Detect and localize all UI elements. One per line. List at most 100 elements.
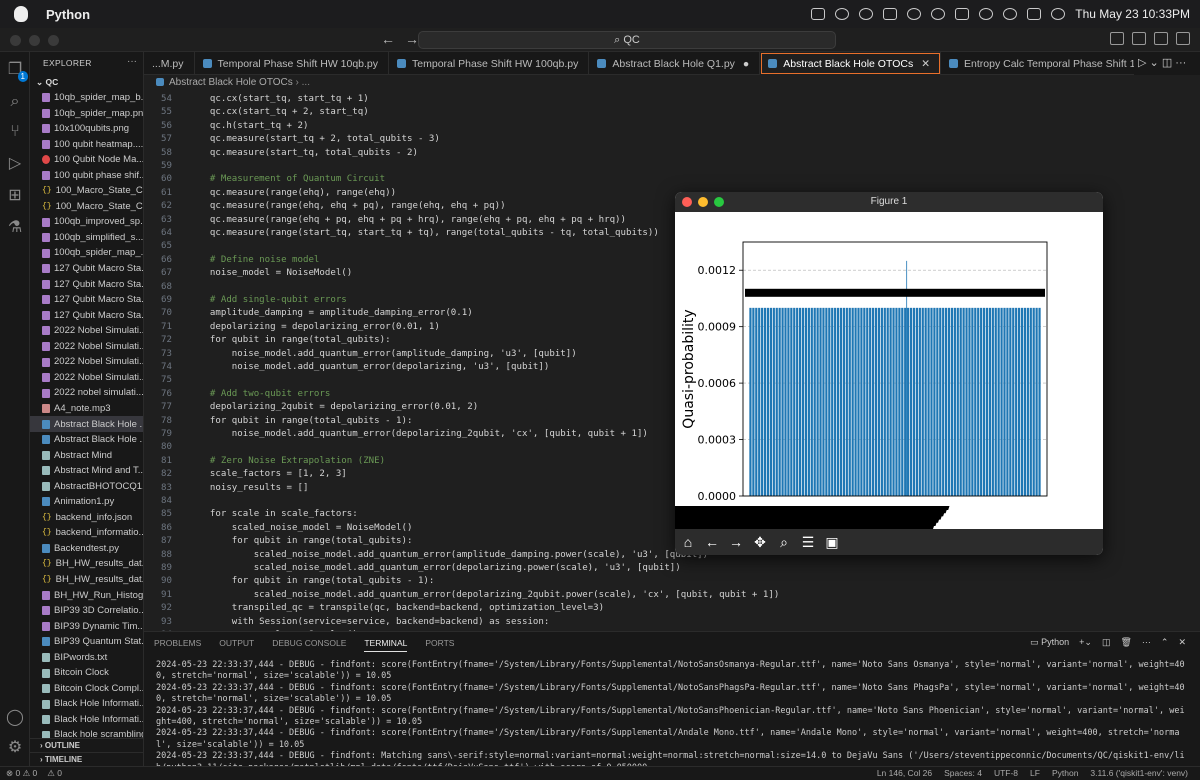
status-item[interactable]: 3.11.6 ('qiskit1-env': venv) [1090,767,1188,780]
file-item[interactable]: 100qb_spider_map_... [30,245,143,261]
file-item[interactable]: 10x100qubits.png [30,121,143,137]
split-terminal-icon[interactable]: ◫ [1102,637,1111,648]
settings-gear-icon[interactable]: ⚙ [5,738,25,758]
source-control-icon[interactable]: ⑂ [5,122,25,142]
workspace-root[interactable]: ⌄ QC [30,74,143,90]
editor-tab[interactable]: Temporal Phase Shift HW 10qb.py [195,52,390,75]
code-line[interactable]: 55 qc.cx(start_tq + 2, start_tq) [144,106,1200,119]
configure-subplots-icon[interactable]: ☰ [799,533,817,551]
file-item[interactable]: A4_note.mp3 [30,401,143,417]
figure-close-button[interactable] [682,197,692,207]
panel-tab[interactable]: TERMINAL [364,638,408,652]
file-item[interactable]: {} BH_HW_results_dat... [30,572,143,588]
file-item[interactable]: 2022 Nobel Simulati... [30,323,143,339]
minimize-window-button[interactable] [29,35,40,46]
file-item[interactable]: Animation1.py [30,494,143,510]
file-item[interactable]: 100qb_improved_sp... [30,214,143,230]
code-line[interactable]: 91 scaled_noise_model.add_quantum_error(… [144,589,1200,602]
file-item[interactable]: 127 Qubit Macro Sta... [30,308,143,324]
panel-tab[interactable]: PROBLEMS [154,638,201,652]
breadcrumb-ellipsis[interactable]: ... [302,77,310,88]
extensions-icon[interactable]: ⊞ [5,186,25,206]
menubar-clock[interactable]: Thu May 23 10:33PM [1075,7,1190,21]
status-item[interactable]: UTF-8 [994,767,1018,780]
status-item[interactable]: ⊗ 0 ⚠ 0 [6,767,37,780]
status-item[interactable]: LF [1030,767,1040,780]
file-item[interactable]: {} 100_Macro_State_C... [30,199,143,215]
file-item[interactable]: Black Hole Informati... [30,696,143,712]
code-line[interactable]: 92 transpiled_qc = transpile(qc, backend… [144,602,1200,615]
play-icon[interactable] [907,8,922,20]
file-item[interactable]: 100qb_simplified_s... [30,230,143,246]
file-item[interactable]: Backendtest.py [30,541,143,557]
account-icon[interactable]: ◯ [5,708,25,728]
explorer-icon[interactable]: ❐ 1 [5,60,28,82]
status-item[interactable]: Ln 146, Col 26 [877,767,932,780]
kill-terminal-icon[interactable]: 🗑 [1120,637,1131,648]
zoom-icon[interactable]: ⌕ [775,533,793,551]
unsaved-dot-icon[interactable]: ● [743,53,749,75]
status-item[interactable]: Python [1052,767,1078,780]
file-item[interactable]: AbstractBHOTOCQ1... [30,479,143,495]
file-item[interactable]: BIP39 Quantum Stat... [30,634,143,650]
breadcrumb-file[interactable]: Abstract Black Hole OTOCs [169,77,293,88]
close-panel-icon[interactable]: ✕ [1178,637,1186,648]
file-item[interactable]: 2022 Nobel Simulati... [30,339,143,355]
code-line[interactable]: 93 with Session(service=service, backend… [144,616,1200,629]
file-item[interactable]: 127 Qubit Macro Sta... [30,261,143,277]
file-item[interactable]: {} 100_Macro_State_C... [30,183,143,199]
pen-icon[interactable] [811,8,826,20]
file-item[interactable]: BH_HW_Run_Histog... [30,588,143,604]
close-window-button[interactable] [10,35,21,46]
app-name-menu[interactable]: Python [46,7,90,22]
panel-tab[interactable]: DEBUG CONSOLE [272,638,346,652]
editor-tab[interactable]: ...M.py [144,52,195,75]
code-line[interactable]: 89 scaled_noise_model.add_quantum_error(… [144,562,1200,575]
editor-tab[interactable]: Abstract Black Hole OTOCs ✕ [760,52,942,75]
terminal-output[interactable]: 2024-05-23 22:33:37,444 - DEBUG - findfo… [156,660,1188,780]
run-debug-icon[interactable]: ▷ [5,154,25,174]
new-terminal-icon[interactable]: +⌄ [1079,637,1092,648]
file-item[interactable]: BIP39 Dynamic Tim... [30,619,143,635]
control-center-icon[interactable] [1027,8,1042,20]
customize-layout-icon[interactable] [1176,32,1190,45]
maximize-panel-icon[interactable]: ⌃ [1161,637,1169,648]
file-item[interactable]: {} BH_HW_results_dat... [30,556,143,572]
status-item[interactable]: ⚠ 0 [47,767,62,780]
code-line[interactable]: 90 for qubit in range(total_qubits - 1): [144,575,1200,588]
more-actions-icon[interactable]: ··· [127,56,137,67]
code-line[interactable]: 56 qc.h(start_tq + 2) [144,120,1200,133]
file-item[interactable]: 127 Qubit Macro Sta... [30,277,143,293]
file-item[interactable]: 2022 Nobel Simulati... [30,354,143,370]
terminal-shell-icon[interactable]: ▭ Python [1030,637,1069,648]
code-line[interactable]: 59 [144,160,1200,173]
siri-icon[interactable] [1051,8,1066,20]
file-item[interactable]: Abstract Black Hole ... [30,432,143,448]
layout-icon[interactable] [883,8,898,20]
figure-minimize-button[interactable] [698,197,708,207]
outline-section[interactable]: › OUTLINE [30,738,143,752]
forward-icon[interactable]: → [727,533,745,551]
timeline-section[interactable]: › TIMELINE [30,752,143,766]
search-icon[interactable]: ⌕ [5,92,25,112]
toggle-panel-icon[interactable] [1132,32,1146,45]
apple-menu-icon[interactable] [14,6,28,22]
file-item[interactable]: 100 qubit heatmap.... [30,137,143,153]
code-line[interactable]: 60 # Measurement of Quantum Circuit [144,173,1200,186]
status-item[interactable]: Spaces: 4 [944,767,982,780]
wifi-icon[interactable] [979,8,994,20]
code-line[interactable]: 57 qc.measure(start_tq + 2, total_qubits… [144,133,1200,146]
toggle-sidebar-icon[interactable] [1110,32,1124,45]
file-item[interactable]: 100 Qubit Node Ma... [30,152,143,168]
file-item[interactable]: BIPwords.txt [30,650,143,666]
more-icon[interactable]: ··· [1142,637,1151,648]
code-line[interactable]: 58 qc.measure(start_tq, total_qubits - 2… [144,147,1200,160]
panel-tab[interactable]: OUTPUT [219,638,254,652]
command-center-search[interactable]: ⌕ QC [418,31,836,49]
file-item[interactable]: 2022 nobel simulati... [30,385,143,401]
file-item[interactable]: Abstract Black Hole ... [30,416,143,433]
toggle-secondary-sidebar-icon[interactable] [1154,32,1168,45]
more-icon[interactable]: ··· [1175,57,1186,69]
run-dropdown-icon[interactable]: ⌄ [1150,57,1159,69]
file-item[interactable]: Bitcoin Clock Compl... [30,681,143,697]
